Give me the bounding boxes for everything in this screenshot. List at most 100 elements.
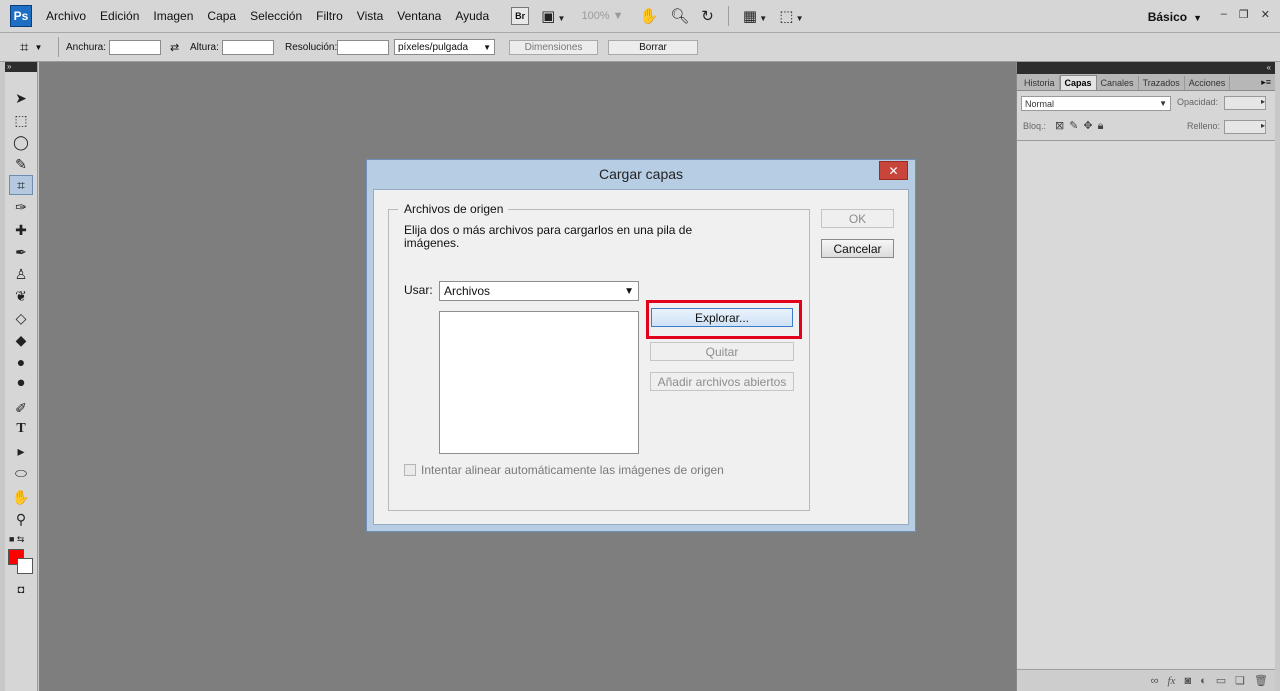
align-option[interactable]: Intentar alinear automáticamente las imá… xyxy=(404,463,724,477)
load-layers-dialog: Cargar capas ✕ Archivos de origen Elija … xyxy=(366,159,916,532)
group-title: Archivos de origen xyxy=(398,202,509,216)
lasso-tool-icon[interactable]: ◯ xyxy=(9,132,33,152)
marquee-tool-icon[interactable]: ⬚ xyxy=(9,110,33,130)
cancel-button[interactable]: Cancelar xyxy=(821,239,894,258)
lock-icons[interactable]: ⊠✎✥🔒︎ xyxy=(1055,119,1109,133)
move-tool-icon[interactable]: ➤ xyxy=(9,88,33,108)
dialog-title: Cargar capas xyxy=(598,166,684,182)
fill-input[interactable] xyxy=(1224,120,1266,134)
ellipse-tool-icon[interactable]: ⬭ xyxy=(9,463,33,483)
panel-tabs: Historia Capas Canales Trazados Acciones… xyxy=(1017,74,1275,91)
panel-menu-icon[interactable]: ▸≡ xyxy=(1261,77,1271,88)
fx-icon[interactable]: fx xyxy=(1167,675,1175,687)
zoom-tool-icon[interactable]: 🔍︎ xyxy=(670,7,689,25)
layers-panel: « Historia Capas Canales Trazados Accion… xyxy=(1016,62,1276,691)
tab-historia[interactable]: Historia xyxy=(1020,76,1060,90)
default-colors-icon[interactable]: ■ ⇆ xyxy=(9,529,33,549)
mask-icon[interactable]: ◙ xyxy=(1184,675,1191,687)
usar-select[interactable]: Archivos ▼ xyxy=(439,281,639,301)
menu-capa[interactable]: Capa xyxy=(207,9,236,23)
tab-capas[interactable]: Capas xyxy=(1059,75,1097,90)
options-bar: ⌗ ▼ Anchura: ⇄ Altura: Resolución: píxele… xyxy=(0,33,1280,62)
resolution-units-select[interactable]: píxeles/pulgada ▼ xyxy=(394,39,495,55)
paint-bucket-tool-icon[interactable]: ◆ xyxy=(9,330,33,350)
chevron-down-icon: ▼ xyxy=(624,285,634,297)
type-tool-icon[interactable]: T xyxy=(9,419,33,439)
close-icon[interactable]: ✕ xyxy=(1261,8,1270,21)
workspace-switcher[interactable]: Básico ▼ xyxy=(1148,10,1202,24)
arrange-documents-icon[interactable]: ▦ ▼ xyxy=(743,7,767,25)
zoom-tool-icon[interactable]: ⚲ xyxy=(9,509,33,529)
dimensions-button[interactable]: Dimensiones xyxy=(509,39,598,55)
menu-imagen[interactable]: Imagen xyxy=(153,9,193,23)
bridge-button[interactable]: Br xyxy=(511,7,530,25)
opacity-arrow-icon[interactable]: ▸ xyxy=(1261,97,1265,106)
close-icon: ✕ xyxy=(888,163,899,178)
resolution-input[interactable] xyxy=(337,39,389,55)
fill-label: Relleno: xyxy=(1187,121,1221,131)
adjustment-icon[interactable]: ◐ xyxy=(1200,675,1207,687)
align-checkbox[interactable] xyxy=(404,464,416,476)
new-layer-icon[interactable]: ❏ xyxy=(1235,674,1245,687)
menu-vista[interactable]: Vista xyxy=(357,9,383,23)
menu-seleccion[interactable]: Selección xyxy=(250,9,302,23)
dodge-tool-icon[interactable]: ⚫ xyxy=(9,373,33,393)
crop-tool-icon[interactable]: ⌗ xyxy=(9,175,33,195)
screen-mode-icon[interactable]: ▣ ▼ xyxy=(541,7,565,25)
quick-selection-tool-icon[interactable]: ✎ xyxy=(9,154,33,174)
pen-tool-icon[interactable]: ✐ xyxy=(9,398,33,418)
menu-bar: Ps Archivo Edición Imagen Capa Selección… xyxy=(0,0,1280,33)
swap-dimensions-icon[interactable]: ⇄ xyxy=(170,33,179,61)
rotate-view-icon[interactable]: ↻ xyxy=(701,7,714,25)
tab-acciones[interactable]: Acciones xyxy=(1185,76,1231,90)
dialog-body: Archivos de origen Elija dos o más archi… xyxy=(373,189,909,525)
width-input[interactable] xyxy=(109,39,161,55)
tab-trazados[interactable]: Trazados xyxy=(1139,76,1185,90)
source-files-group: Archivos de origen Elija dos o más archi… xyxy=(388,202,810,511)
menu-edicion[interactable]: Edición xyxy=(100,9,139,23)
collapse-toolbar-icon[interactable]: » xyxy=(5,62,37,72)
height-input[interactable] xyxy=(222,39,274,55)
link-icon[interactable]: ∞ xyxy=(1151,675,1159,687)
screen-layout-icon[interactable]: ⬚ ▼ xyxy=(779,7,803,25)
hand-tool-icon[interactable]: ✋ xyxy=(640,7,659,25)
menu-ventana[interactable]: Ventana xyxy=(397,9,441,23)
healing-brush-tool-icon[interactable]: ✚ xyxy=(9,220,33,240)
blend-row: Normal ▼ Opacidad: ▸ xyxy=(1017,91,1276,115)
file-list[interactable] xyxy=(439,311,639,454)
zoom-level[interactable]: 100% ▼ xyxy=(581,10,623,22)
remove-button[interactable]: Quitar xyxy=(650,342,794,361)
separator xyxy=(727,6,729,26)
background-color-swatch[interactable] xyxy=(17,558,33,574)
fill-arrow-icon[interactable]: ▸ xyxy=(1261,121,1265,130)
hand-tool-icon[interactable]: ✋ xyxy=(9,487,33,507)
ok-button[interactable]: OK xyxy=(821,209,894,228)
layers-list[interactable] xyxy=(1017,140,1276,668)
width-label: Anchura: xyxy=(66,41,107,53)
brush-tool-icon[interactable]: ✒ xyxy=(9,242,33,262)
crop-preset-icon[interactable]: ⌗ ▼ xyxy=(20,33,42,61)
clear-button[interactable]: Borrar xyxy=(608,39,698,55)
eraser-tool-icon[interactable]: ◇ xyxy=(9,308,33,328)
menu-archivo[interactable]: Archivo xyxy=(46,9,86,23)
minimize-icon[interactable]: – xyxy=(1221,8,1227,21)
blend-mode-select[interactable]: Normal ▼ xyxy=(1021,96,1171,111)
quick-mask-icon[interactable]: ◘ xyxy=(9,580,33,600)
highlight-box xyxy=(646,300,802,339)
restore-icon[interactable]: ❐ xyxy=(1239,8,1249,21)
usar-label: Usar: xyxy=(404,283,433,297)
tab-canales[interactable]: Canales xyxy=(1097,76,1139,90)
history-brush-tool-icon[interactable]: ❦ xyxy=(9,286,33,306)
blur-tool-icon[interactable]: ● xyxy=(9,352,33,372)
opacity-input[interactable] xyxy=(1224,96,1266,110)
menu-filtro[interactable]: Filtro xyxy=(316,9,343,23)
menu-ayuda[interactable]: Ayuda xyxy=(455,9,489,23)
dialog-close-button[interactable]: ✕ xyxy=(879,161,908,180)
collapse-panel-icon[interactable]: « xyxy=(1017,62,1275,74)
path-selection-tool-icon[interactable]: ▸ xyxy=(9,441,33,461)
trash-icon[interactable]: 🗑︎ xyxy=(1254,674,1268,687)
eyedropper-tool-icon[interactable]: ✑ xyxy=(9,197,33,217)
group-icon[interactable]: ▭ xyxy=(1216,674,1226,687)
add-open-files-button[interactable]: Añadir archivos abiertos xyxy=(650,372,794,391)
clone-stamp-tool-icon[interactable]: ♙ xyxy=(9,264,33,284)
